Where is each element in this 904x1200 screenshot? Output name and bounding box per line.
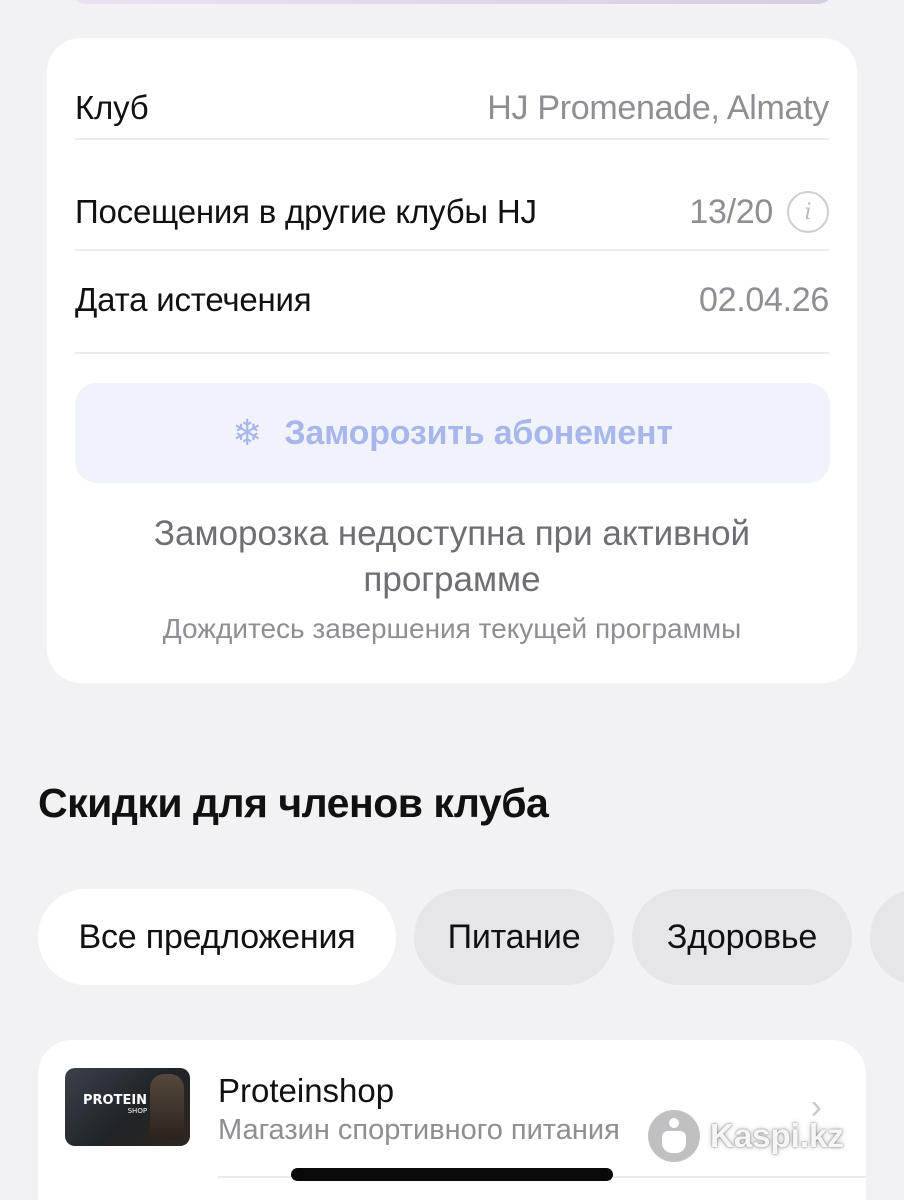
filter-chip-health[interactable]: Здоровье (632, 889, 852, 985)
offer-description: Магазин спортивного питания (218, 1114, 620, 1146)
club-label: Клуб (75, 89, 149, 126)
divider (75, 138, 829, 140)
visits-row: Посещения в другие клубы HJ 13/20 i (75, 180, 829, 244)
discount-filter-chips: Все предложения Питание Здоровье (38, 889, 904, 985)
home-indicator[interactable] (291, 1168, 613, 1181)
freeze-wait-note: Дождитесь завершения текущей программы (162, 613, 742, 644)
filter-chip-all-offers[interactable]: Все предложения (38, 889, 396, 985)
thumbnail-photo-figure (150, 1074, 184, 1140)
membership-card: Клуб HJ Promenade, Almaty Посещения в др… (47, 38, 857, 683)
info-icon[interactable]: i (787, 191, 829, 233)
club-value: HJ Promenade, Almaty (487, 88, 829, 127)
filter-chip-partial[interactable] (870, 889, 904, 985)
previous-card-edge (70, 0, 834, 4)
freeze-unavailable-note: Заморозка недоступна при активной програ… (153, 514, 751, 599)
watermark-text: Kaspi.kz (710, 1117, 844, 1154)
expiry-value: 02.04.26 (699, 280, 829, 319)
visits-value: 13/20 (689, 192, 773, 231)
divider (75, 249, 829, 251)
visits-value-group: 13/20 i (689, 191, 829, 233)
proteinshop-logo: PROTEIN SHOP (83, 1094, 147, 1116)
filter-chip-nutrition[interactable]: Питание (414, 889, 614, 985)
offer-name[interactable]: Proteinshop (218, 1072, 394, 1110)
discounts-section-title: Скидки для членов клуба (38, 780, 549, 826)
freeze-button-label: Заморозить абонемент (284, 413, 673, 452)
expiry-label: Дата истечения (75, 281, 312, 318)
expiry-row: Дата истечения 02.04.26 (75, 278, 829, 322)
logo-subtext: SHOP (127, 1107, 148, 1115)
proteinshop-logo-thumbnail: PROTEIN SHOP (65, 1068, 190, 1146)
kaspi-logo-icon (648, 1110, 700, 1162)
logo-text: PROTEIN (83, 1093, 148, 1108)
club-row: Клуб HJ Promenade, Almaty (75, 82, 829, 134)
visits-label: Посещения в другие клубы HJ (75, 193, 537, 230)
kaspi-watermark: Kaspi.kz (648, 1108, 844, 1164)
divider (75, 352, 829, 354)
snowflake-icon: ❄ (232, 412, 263, 454)
freeze-membership-button[interactable]: ❄ Заморозить абонемент (75, 383, 830, 483)
